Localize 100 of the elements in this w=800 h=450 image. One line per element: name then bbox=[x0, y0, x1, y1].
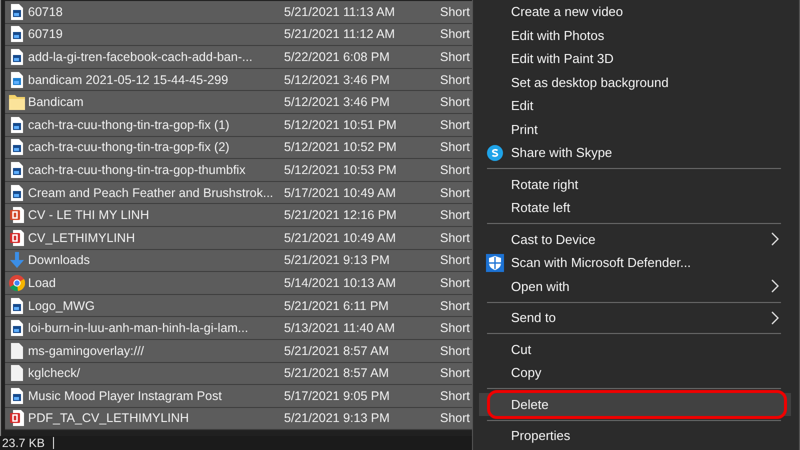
image-file-icon bbox=[10, 72, 22, 88]
file-date: 5/12/2021 10:52 PM bbox=[284, 140, 398, 154]
file-date: 5/21/2021 8:57 AM bbox=[284, 366, 390, 380]
menu-item[interactable]: Open with bbox=[479, 274, 781, 298]
menu-item[interactable]: Print bbox=[479, 118, 781, 141]
file-date: 5/21/2021 11:12 AM bbox=[284, 27, 396, 42]
file-type: Short bbox=[440, 4, 470, 19]
menu-item[interactable]: Edit bbox=[479, 94, 781, 118]
file-row[interactable]: cach-tra-cuu-thong-tin-tra-gop-fix (2) 5/12/2021 10:52 PM Short bbox=[5, 136, 472, 160]
file-name: Logo_MWG bbox=[28, 298, 96, 313]
file-date: 5/13/2021 11:40 AM bbox=[284, 321, 396, 336]
menu-item[interactable]: Edit with Paint 3D bbox=[479, 47, 781, 70]
menu-item[interactable]: Set as desktop background bbox=[479, 70, 781, 94]
folder-icon bbox=[8, 94, 24, 110]
menu-item[interactable]: Cut bbox=[479, 338, 781, 361]
file-type: Short bbox=[440, 366, 470, 380]
file-date: 5/12/2021 10:51 PM bbox=[284, 118, 398, 132]
file-type: Short bbox=[440, 276, 470, 290]
image-file-icon bbox=[10, 4, 22, 20]
shield-icon bbox=[486, 254, 504, 272]
file-row[interactable]: PDF_TA_CV_LETHIMYLINH 5/21/2021 9:13 PM Short bbox=[5, 408, 472, 430]
file-date: 5/21/2021 9:13 PM bbox=[284, 411, 391, 426]
selection-size: 23.7 KB bbox=[2, 436, 45, 450]
file-row[interactable]: cach-tra-cuu-thong-tin-tra-gop-fix (1) 5/12/2021 10:51 PM Short bbox=[5, 114, 472, 137]
image-file-icon bbox=[10, 320, 22, 336]
file-type: Short bbox=[440, 72, 470, 87]
image-file-icon bbox=[10, 298, 22, 314]
file-row[interactable]: add-la-gi-tren-facebook-cach-add-ban-... 5/22/2021 6:08 PM Short bbox=[5, 46, 472, 69]
file-date: 5/14/2021 10:13 AM bbox=[284, 276, 397, 290]
file-date: 5/21/2021 10:49 AM bbox=[284, 230, 397, 245]
file-type: Short bbox=[440, 388, 470, 403]
file-row[interactable]: 60719 5/21/2021 11:12 AM Short bbox=[5, 24, 472, 46]
file-row[interactable]: loi-burn-in-luu-anh-man-hinh-la-gi-lam... 5/13/2021 11:40 AM Short bbox=[5, 317, 472, 340]
menu-item[interactable]: Properties bbox=[479, 424, 781, 448]
image-file-icon bbox=[10, 116, 22, 133]
menu-item[interactable]: Cast to Device bbox=[479, 228, 781, 251]
file-name: Load bbox=[28, 276, 57, 290]
file-type: Short bbox=[440, 208, 470, 222]
file-type: Short bbox=[440, 50, 470, 64]
file-row[interactable]: Logo_MWG 5/21/2021 6:11 PM Short bbox=[5, 294, 472, 318]
file-row[interactable]: Load 5/14/2021 10:13 AM Short bbox=[5, 272, 472, 295]
menu-item[interactable]: Create a new video bbox=[479, 0, 781, 24]
skype-icon bbox=[487, 144, 503, 161]
file-date: 5/21/2021 12:16 PM bbox=[284, 208, 398, 222]
image-file-icon bbox=[10, 184, 22, 201]
file-type: Short bbox=[440, 411, 470, 426]
file-type: Short bbox=[440, 344, 470, 358]
file-date: 5/17/2021 10:49 AM bbox=[284, 186, 397, 200]
file-date: 5/22/2021 6:08 PM bbox=[284, 50, 391, 64]
menu-item[interactable]: Share with Skype bbox=[479, 141, 781, 164]
document-file-icon bbox=[10, 207, 24, 224]
file-row[interactable]: kglcheck/ 5/21/2021 8:57 AM Short bbox=[5, 362, 472, 386]
image-file-icon bbox=[10, 48, 22, 65]
file-type: Short bbox=[440, 162, 470, 177]
file-name: Cream and Peach Feather and Brushstrok... bbox=[28, 186, 274, 200]
file-name: 60718 bbox=[28, 4, 64, 19]
blank-file-icon bbox=[10, 365, 22, 382]
file-date: 5/21/2021 8:57 AM bbox=[284, 344, 390, 358]
menu-item[interactable]: Send to bbox=[479, 306, 781, 330]
file-row[interactable]: Bandicam 5/12/2021 3:46 PM Short bbox=[5, 91, 472, 114]
image-file-icon bbox=[10, 139, 22, 156]
file-date: 5/12/2021 3:46 PM bbox=[284, 72, 391, 87]
file-date: 5/21/2021 6:11 PM bbox=[284, 298, 390, 313]
download-arrow-icon bbox=[10, 252, 24, 268]
file-row[interactable]: cach-tra-cuu-thong-tin-tra-gop-thumbfix 5/12/2021 10:53 PM Short bbox=[5, 159, 472, 182]
file-row[interactable]: Cream and Peach Feather and Brushstrok... 5/17/2021 10:49 AM Short bbox=[5, 182, 472, 204]
file-type: Short bbox=[440, 27, 470, 42]
document-file-icon bbox=[10, 410, 24, 426]
file-name: add-la-gi-tren-facebook-cach-add-ban-... bbox=[28, 50, 254, 64]
file-name: 60719 bbox=[28, 27, 64, 42]
file-type: Short bbox=[440, 140, 470, 154]
menu-item[interactable]: Copy bbox=[479, 361, 781, 384]
file-name: CV_LETHIMYLINH bbox=[28, 230, 136, 245]
file-date: 5/21/2021 9:13 PM bbox=[284, 253, 391, 268]
menu-item[interactable]: Scan with Microsoft Defender... bbox=[479, 251, 781, 274]
file-type: Short bbox=[440, 186, 470, 200]
file-type: Short bbox=[440, 230, 470, 245]
file-name: CV - LE THI MY LINH bbox=[28, 208, 150, 222]
file-row[interactable]: Music Mood Player Instagram Post 5/17/2021 9:05 PM Short bbox=[5, 385, 472, 408]
menu-item[interactable]: Rotate left bbox=[479, 196, 781, 220]
file-row[interactable]: ms-gamingoverlay:/// 5/21/2021 8:57 AM Short bbox=[5, 340, 472, 362]
image-file-icon bbox=[10, 162, 22, 178]
browser-icon bbox=[8, 274, 24, 291]
file-type: Short bbox=[440, 95, 470, 110]
file-type: Short bbox=[440, 118, 470, 132]
file-type: Short bbox=[440, 321, 470, 336]
file-name: cach-tra-cuu-thong-tin-tra-gop-fix (2) bbox=[28, 140, 230, 154]
document-file-icon bbox=[10, 230, 24, 246]
menu-item[interactable]: Rotate right bbox=[479, 172, 781, 196]
file-name: PDF_TA_CV_LETHIMYLINH bbox=[28, 411, 190, 426]
file-name: Downloads bbox=[28, 253, 91, 268]
menu-item[interactable]: Delete bbox=[479, 392, 791, 416]
file-row[interactable]: CV_LETHIMYLINH 5/21/2021 10:49 AM Short bbox=[5, 226, 472, 250]
file-type: Short bbox=[440, 298, 470, 313]
file-row[interactable]: CV - LE THI MY LINH 5/21/2021 12:16 PM Short bbox=[5, 204, 472, 227]
image-file-icon bbox=[10, 388, 22, 404]
file-row[interactable]: Downloads 5/21/2021 9:13 PM Short bbox=[5, 250, 472, 272]
file-row[interactable]: bandicam 2021-05-12 15-44-45-299 5/12/2021 3:46 PM Short bbox=[5, 68, 472, 92]
file-row[interactable]: 60718 5/21/2021 11:13 AM Short bbox=[5, 1, 472, 24]
menu-item[interactable]: Edit with Photos bbox=[479, 24, 781, 47]
